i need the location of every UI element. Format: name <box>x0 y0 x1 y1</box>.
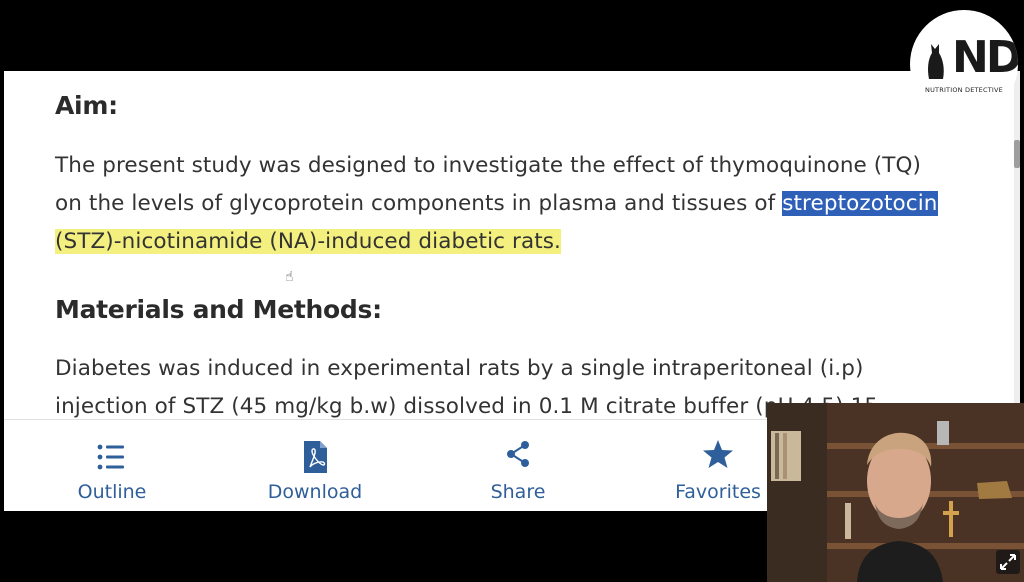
logo-letters <box>923 34 947 83</box>
aim-paragraph[interactable]: The present study was designed to invest… <box>55 147 945 261</box>
download-label: Download <box>267 481 363 503</box>
share-label: Share <box>490 481 546 503</box>
aim-heading: Aim: <box>55 91 118 120</box>
expand-button[interactable] <box>996 550 1020 574</box>
pdf-icon <box>304 441 327 473</box>
channel-logo: NUTRITION DETECTIVE ND <box>910 10 1018 118</box>
methods-heading: Materials and Methods: <box>55 295 382 324</box>
list-icon <box>97 444 124 470</box>
methods-line-1: Diabetes was induced in experimental rat… <box>55 356 864 381</box>
logo-text: ND <box>952 32 1018 83</box>
webcam-overlay <box>767 403 1024 582</box>
outline-label: Outline <box>77 481 147 503</box>
scrollbar-thumb[interactable] <box>1014 140 1020 168</box>
cat-silhouette-icon <box>928 44 944 79</box>
methods-line-2: injection of STZ (45 mg/kg b.w) dissolve… <box>55 394 879 419</box>
logo-subtitle: NUTRITION DETECTIVE <box>925 86 1003 94</box>
download-button[interactable]: Download <box>215 420 415 511</box>
hand-cursor-icon: ☝ <box>285 269 294 285</box>
highlighted-text[interactable]: (STZ)-nicotinamide (NA)-induced diabetic… <box>55 229 561 254</box>
share-button[interactable]: Share <box>418 420 618 511</box>
selected-text[interactable]: streptozotocin <box>782 191 938 216</box>
outline-button[interactable]: Outline <box>12 420 212 511</box>
share-icon <box>507 441 529 467</box>
expand-icon <box>1000 554 1016 570</box>
webcam-scene <box>767 403 1024 582</box>
